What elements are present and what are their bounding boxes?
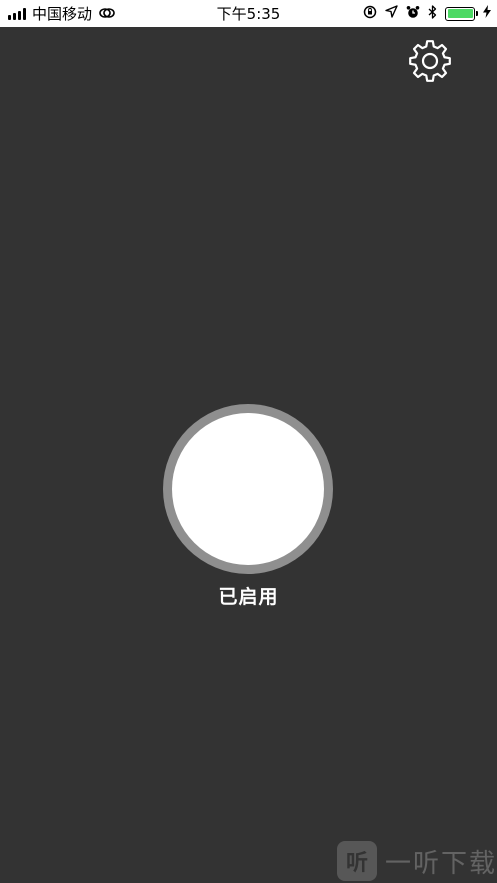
- watermark-text: 一听下载: [385, 848, 497, 879]
- battery-icon: [445, 6, 478, 21]
- gear-icon: [409, 40, 451, 82]
- location-arrow-icon: [385, 5, 398, 22]
- alarm-icon: [406, 5, 420, 23]
- battery-fill: [447, 9, 473, 18]
- carrier-label: 中国移动: [32, 5, 93, 23]
- settings-button[interactable]: [407, 38, 453, 84]
- status-bar-right: [363, 0, 491, 27]
- status-label: 已启用: [218, 586, 279, 608]
- battery-tip: [476, 11, 478, 16]
- enable-toggle-button[interactable]: [163, 404, 333, 574]
- status-bar-left: 中国移动: [8, 0, 116, 27]
- watermark: 听 一听下载: [337, 840, 497, 882]
- watermark-logo: 听: [337, 841, 377, 881]
- bluetooth-icon: [428, 4, 437, 23]
- status-bar: 中国移动 下午5:35: [0, 0, 497, 27]
- charging-bolt-icon: [483, 5, 491, 22]
- link-icon: [98, 5, 116, 23]
- orientation-lock-icon: [363, 5, 377, 23]
- signal-bars-icon: [8, 7, 26, 20]
- enable-toggle-inner: [172, 413, 324, 565]
